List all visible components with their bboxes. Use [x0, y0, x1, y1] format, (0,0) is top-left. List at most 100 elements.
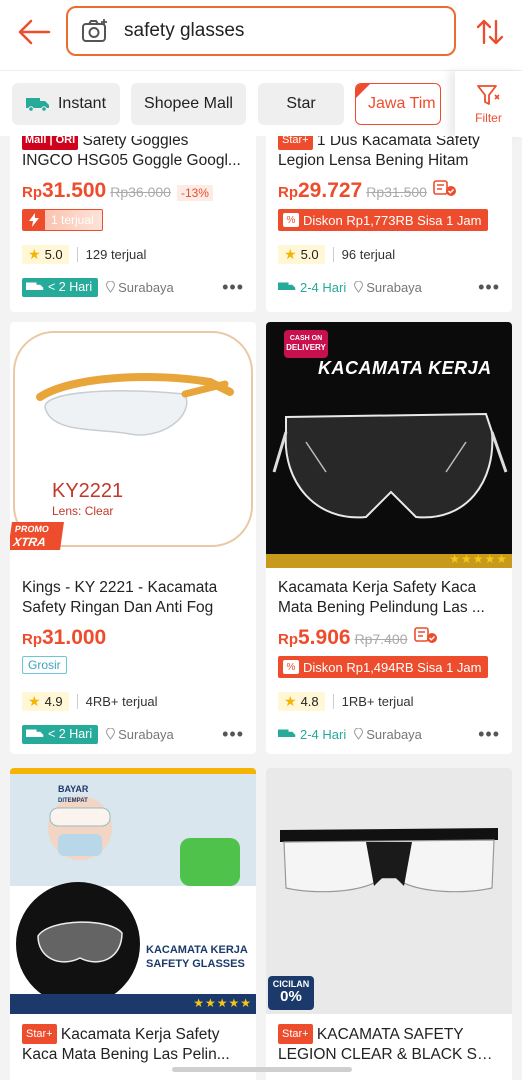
discount-voucher-tag: % Diskon Rp1,773RB Sisa 1 Jam: [278, 209, 489, 231]
chip-instant[interactable]: Instant: [12, 83, 120, 125]
shipping-estimate: 2-4 Hari: [278, 727, 346, 742]
location-pin-icon: [354, 728, 364, 740]
chip-location-label: Jawa Tim: [368, 95, 436, 112]
cod-badge: BAYAR DITEMPAT: [58, 784, 89, 804]
chip-star[interactable]: Star: [258, 83, 344, 125]
installment-badge: CICILAN 0%: [268, 976, 314, 1010]
price: 5.906: [298, 626, 351, 649]
product-card[interactable]: Star+ 1 Dus Kacamata Safety Legion Lensa…: [266, 136, 512, 312]
truck-icon: [25, 98, 49, 112]
more-options-icon[interactable]: •••: [222, 278, 244, 296]
product-image: KY2221 Lens: Clear PROMO XTRA: [10, 322, 256, 568]
chip-instant-label: Instant: [57, 95, 107, 112]
product-image: BAYAR DITEMPAT KACAMATA KERJA SAFETY GLASS…: [10, 768, 256, 1014]
star-icon: ★: [284, 692, 297, 709]
flash-sale-tag: 1 terjual: [22, 209, 103, 231]
truck-icon: [26, 282, 44, 290]
rating-badge: ★ 5.0: [278, 244, 325, 264]
banner-strip: [10, 768, 256, 774]
price: 29.727: [298, 179, 363, 202]
product-card[interactable]: KY2221 Lens: Clear PROMO XTRA Kings - KY …: [10, 322, 256, 754]
price-row: Rp 31.500 Rp36.000 -13%: [10, 179, 256, 203]
instant-shipping-badge: < 2 Hari: [22, 277, 99, 297]
paylater-icon: [433, 179, 457, 197]
sold-count: 1RB+ terjual: [332, 693, 414, 709]
product-photo: [10, 768, 256, 1014]
filter-bar: Instant Shopee Mall Star Jawa Tim Filter: [0, 70, 522, 137]
location-pin-icon: [354, 281, 364, 293]
truck-icon: [26, 729, 44, 737]
product-card[interactable]: BAYAR DITEMPAT KACAMATA KERJA SAFETY GLASS…: [10, 768, 256, 1080]
price: 31.000: [42, 626, 107, 649]
image-headline: KACAMATA KERJA: [318, 358, 492, 378]
product-grid: Mall | ORI Safety Goggles INGCO HSG05 Go…: [0, 136, 522, 1080]
more-options-icon[interactable]: •••: [222, 725, 244, 743]
original-price: Rp31.500: [366, 184, 427, 200]
chip-star-label: Star: [286, 95, 316, 112]
chip-mall-label: Shopee Mall: [144, 95, 233, 112]
star-plus-badge: Star+: [22, 1024, 57, 1044]
promo-xtra-badge: PROMO XTRA: [10, 522, 64, 550]
product-title: Star+ Kacamata Kerja Safety Kaca Mata Be…: [22, 1024, 230, 1063]
rating-stars-strip: ★★★★★: [449, 552, 508, 566]
product-title: Star+ KACAMATA SAFETY LEGION CLEAR & BLA…: [278, 1024, 500, 1063]
camera-search-icon[interactable]: [80, 16, 110, 46]
discount-voucher-tag: % Diskon Rp1,494RB Sisa 1 Jam: [278, 656, 489, 678]
image-lens-text: Lens: Clear: [52, 504, 114, 518]
top-bar: safety glasses: [0, 0, 522, 70]
filter-button[interactable]: Filter: [455, 71, 522, 137]
product-card[interactable]: CICILAN 0% Star+ KACAMATA SAFETY LEGION C…: [266, 768, 512, 1080]
home-indicator[interactable]: [172, 1067, 352, 1072]
product-image: CASH ON DELIVERY KACAMATA KERJA ★★★★★: [266, 322, 512, 568]
truck-icon: [278, 729, 296, 737]
original-price: Rp7.400: [354, 631, 408, 647]
mall-badge: Mall | ORI: [22, 136, 79, 150]
percent-icon: %: [283, 213, 299, 227]
rating-badge: ★ 4.8: [278, 691, 325, 711]
product-card[interactable]: CASH ON DELIVERY KACAMATA KERJA ★★★★★ Kac…: [266, 322, 512, 754]
rating-stars-strip: ★★★★★: [193, 996, 252, 1010]
product-card[interactable]: Mall | ORI Safety Goggles INGCO HSG05 Go…: [10, 136, 256, 312]
original-price: Rp36.000: [110, 184, 171, 200]
truck-icon: [278, 282, 296, 290]
filter-label: Filter: [475, 111, 502, 125]
price: 31.500: [42, 179, 107, 202]
sold-count: 96 terjual: [332, 246, 395, 262]
lightning-icon: [23, 210, 45, 230]
shipping-estimate: 2-4 Hari: [278, 280, 346, 295]
star-icon: ★: [28, 245, 41, 262]
product-title: Mall | ORI Safety Goggles INGCO HSG05 Go…: [10, 136, 256, 171]
discount-badge: -13%: [176, 185, 213, 201]
product-title: Star+ 1 Dus Kacamata Safety Legion Lensa…: [266, 136, 512, 171]
sort-button[interactable]: [470, 14, 510, 50]
rating-badge: ★ 4.9: [22, 691, 69, 711]
percent-icon: %: [283, 660, 299, 674]
back-button[interactable]: [14, 14, 54, 50]
location-pin-icon: [106, 728, 116, 740]
search-input[interactable]: safety glasses: [66, 6, 456, 56]
paylater-icon: [413, 626, 438, 644]
image-caption: KACAMATA KERJA SAFETY GLASSES: [146, 944, 248, 970]
product-image: CICILAN 0%: [266, 768, 512, 1014]
more-options-icon[interactable]: •••: [478, 278, 500, 296]
search-query: safety glasses: [124, 20, 245, 41]
wholesale-tag: Grosir: [22, 656, 67, 674]
image-model-text: KY2221: [52, 480, 124, 502]
sort-arrows-icon: [476, 19, 504, 45]
star-icon: ★: [28, 692, 41, 709]
location-pin-icon: [106, 281, 116, 293]
sold-count: 4RB+ terjual: [76, 693, 158, 709]
cod-badge: CASH ON DELIVERY: [284, 330, 328, 358]
sold-count: 129 terjual: [76, 246, 146, 262]
product-title: Kacamata Kerja Safety Kaca Mata Bening P…: [278, 579, 485, 616]
chip-location-selected[interactable]: Jawa Tim: [355, 83, 441, 125]
arrow-left-icon: [18, 19, 51, 45]
more-options-icon[interactable]: •••: [478, 725, 500, 743]
product-title: Kings - KY 2221 - Kacamata Safety Ringan…: [22, 579, 218, 616]
chip-shopee-mall[interactable]: Shopee Mall: [131, 83, 246, 125]
star-plus-badge: Star+: [278, 1024, 313, 1044]
funnel-icon: [476, 85, 500, 105]
star-icon: ★: [284, 245, 297, 262]
star-plus-badge: Star+: [278, 136, 313, 150]
instant-shipping-badge: < 2 Hari: [22, 724, 99, 744]
